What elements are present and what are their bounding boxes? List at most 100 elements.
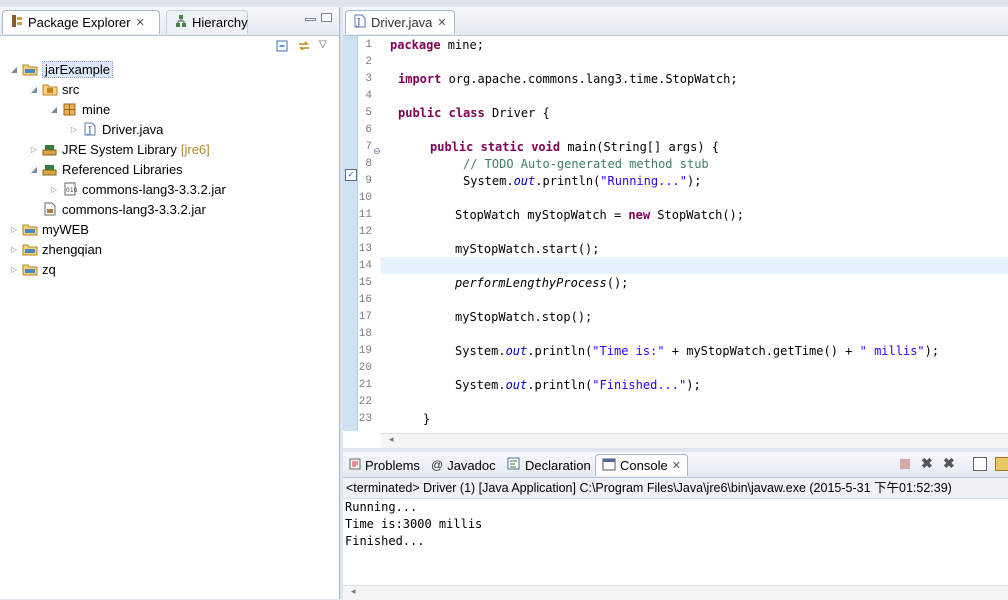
tab-label: Driver.java	[371, 15, 433, 30]
line-number: 18	[358, 328, 372, 340]
line-number: 23	[358, 413, 372, 425]
line-number: 10	[358, 192, 372, 204]
package-icon	[62, 102, 78, 116]
tab-console[interactable]: Console ✕	[595, 454, 688, 476]
code-editor: J Driver.java ✕ ✓ 1 2 3 4 5 6 7 8 9 10 11 12 13 14 15 1…	[343, 7, 1008, 448]
line-number: 2	[365, 56, 372, 68]
tree-item-referenced-libraries[interactable]: ◢ Referenced Libraries	[30, 159, 183, 179]
code-line-17: myStopWatch.stop();	[455, 310, 593, 324]
tab-problems[interactable]: Problems	[343, 454, 426, 476]
tab-package-explorer[interactable]: Package Explorer ✕	[2, 10, 160, 34]
quick-diff-ruler[interactable]: ✓	[343, 36, 358, 431]
remove-launch-icon[interactable]: ✖	[921, 455, 933, 472]
remove-all-terminated-icon[interactable]: ✖	[943, 455, 955, 472]
scroll-lock-icon[interactable]	[995, 457, 1008, 471]
package-explorer-icon	[11, 14, 23, 31]
line-number: 15	[358, 277, 372, 289]
tree-item-label: JRE System Library	[62, 141, 177, 157]
terminate-icon[interactable]	[900, 459, 910, 469]
tab-label: Problems	[365, 457, 420, 473]
collapsed-arrow-icon[interactable]: ▷	[10, 265, 18, 274]
tree-item-jre-system-library[interactable]: ▷ JRE System Library [jre6]	[30, 139, 210, 159]
expanded-arrow-icon[interactable]: ◢	[30, 165, 38, 174]
tab-javadoc[interactable]: @ Javadoc	[425, 454, 502, 476]
svg-text:J: J	[356, 18, 361, 28]
collapse-all-icon[interactable]	[276, 39, 290, 53]
line-number: 4	[365, 90, 372, 102]
library-icon	[42, 142, 58, 156]
code-line-9: System.out.println("Running...");	[463, 174, 702, 188]
declaration-icon	[507, 457, 521, 473]
close-icon[interactable]: ✕	[136, 16, 145, 29]
line-number: 14	[358, 260, 372, 272]
line-number: 9	[365, 175, 372, 187]
task-marker-icon[interactable]: ✓	[345, 169, 357, 181]
jar-file-icon	[42, 202, 58, 216]
tree-item-label: mine	[82, 101, 111, 117]
tree-item-zq[interactable]: ▷ zq	[10, 259, 56, 279]
horizontal-scrollbar[interactable]: ◂	[381, 433, 1008, 448]
line-number: 13	[358, 243, 372, 255]
link-with-editor-icon[interactable]	[297, 39, 311, 53]
tab-driver-java[interactable]: J Driver.java ✕	[345, 10, 455, 34]
tab-declaration[interactable]: Declaration	[501, 454, 597, 476]
console-horizontal-scrollbar[interactable]: ◂	[343, 585, 1008, 600]
hierarchy-icon	[175, 14, 187, 31]
tree-item-driver-java[interactable]: ▷ J Driver.java	[70, 119, 164, 139]
tree-item-myweb[interactable]: ▷ myWEB	[10, 219, 89, 239]
tree-item-commons-lang3-file[interactable]: commons-lang3-3.3.2.jar	[30, 199, 206, 219]
collapsed-arrow-icon[interactable]: ▷	[10, 225, 18, 234]
fold-collapse-icon[interactable]: ⊖	[373, 146, 381, 157]
javadoc-icon: @	[431, 458, 444, 472]
code-line-13: myStopWatch.start();	[455, 242, 600, 256]
view-menu-icon[interactable]: ▽	[319, 39, 333, 53]
library-icon	[42, 162, 58, 176]
line-number: 3	[365, 73, 372, 85]
tree-item-zhengqian[interactable]: ▷ zhengqian	[10, 239, 102, 259]
collapsed-arrow-icon[interactable]: ▷	[10, 245, 18, 254]
expanded-arrow-icon[interactable]: ◢	[30, 85, 38, 94]
expanded-arrow-icon[interactable]: ◢	[10, 65, 18, 74]
collapsed-arrow-icon[interactable]: ▷	[70, 125, 78, 134]
clear-console-icon[interactable]	[973, 457, 987, 471]
code-line-3: import org.apache.commons.lang3.time.Sto…	[398, 72, 738, 86]
problems-icon	[349, 458, 361, 473]
line-number: 11	[358, 209, 372, 221]
java-file-icon: J	[82, 122, 98, 136]
tree-item-label: commons-lang3-3.3.2.jar	[82, 181, 226, 197]
close-icon[interactable]: ✕	[672, 459, 681, 472]
code-line-15: performLengthyProcess();	[455, 276, 629, 290]
collapsed-arrow-icon[interactable]: ▷	[50, 185, 58, 194]
minimize-icon[interactable]	[305, 18, 316, 21]
code-line-11: StopWatch myStopWatch = new StopWatch();	[455, 208, 744, 222]
line-number: 6	[365, 124, 372, 136]
console-output-line: Running...	[345, 500, 418, 514]
close-icon[interactable]: ✕	[437, 16, 446, 29]
console-output-line: Time is:3000 millis	[345, 517, 483, 531]
expanded-arrow-icon[interactable]: ◢	[50, 105, 58, 114]
bottom-panel: Problems @ Javadoc Declaration Console ✕…	[343, 452, 1008, 600]
tree-item-decoration: [jre6]	[180, 141, 210, 157]
tree-item-label: zq	[42, 261, 56, 277]
bottom-tabbar: Problems @ Javadoc Declaration Console ✕…	[343, 452, 1008, 478]
tree-item-src[interactable]: ◢ src	[30, 79, 79, 99]
line-number: 7	[365, 141, 372, 153]
package-explorer-tabbar: Package Explorer ✕ Hierarchy	[0, 7, 339, 36]
scroll-left-icon[interactable]: ◂	[389, 434, 394, 445]
svg-text:010: 010	[66, 187, 78, 194]
collapsed-arrow-icon[interactable]: ▷	[30, 145, 38, 154]
maximize-icon[interactable]	[321, 13, 332, 22]
tree-item-label: commons-lang3-3.3.2.jar	[62, 201, 206, 217]
code-text-area[interactable]: package mine; import org.apache.commons.…	[381, 36, 1008, 431]
tree-item-mine[interactable]: ◢ mine	[50, 99, 110, 119]
line-number: 12	[358, 226, 372, 238]
tree-item-jarexample[interactable]: ◢ jarExample	[10, 59, 114, 79]
scroll-left-icon[interactable]: ◂	[351, 586, 356, 597]
tab-hierarchy[interactable]: Hierarchy	[166, 10, 248, 34]
line-number: 19	[358, 345, 372, 357]
editor-tabbar: J Driver.java ✕	[343, 7, 1008, 36]
tree-item-label: jarExample	[42, 60, 114, 78]
tree-item-commons-lang3-ref[interactable]: ▷ 010 commons-lang3-3.3.2.jar	[50, 179, 226, 199]
source-folder-icon	[42, 82, 58, 96]
line-number: 8	[365, 158, 372, 170]
